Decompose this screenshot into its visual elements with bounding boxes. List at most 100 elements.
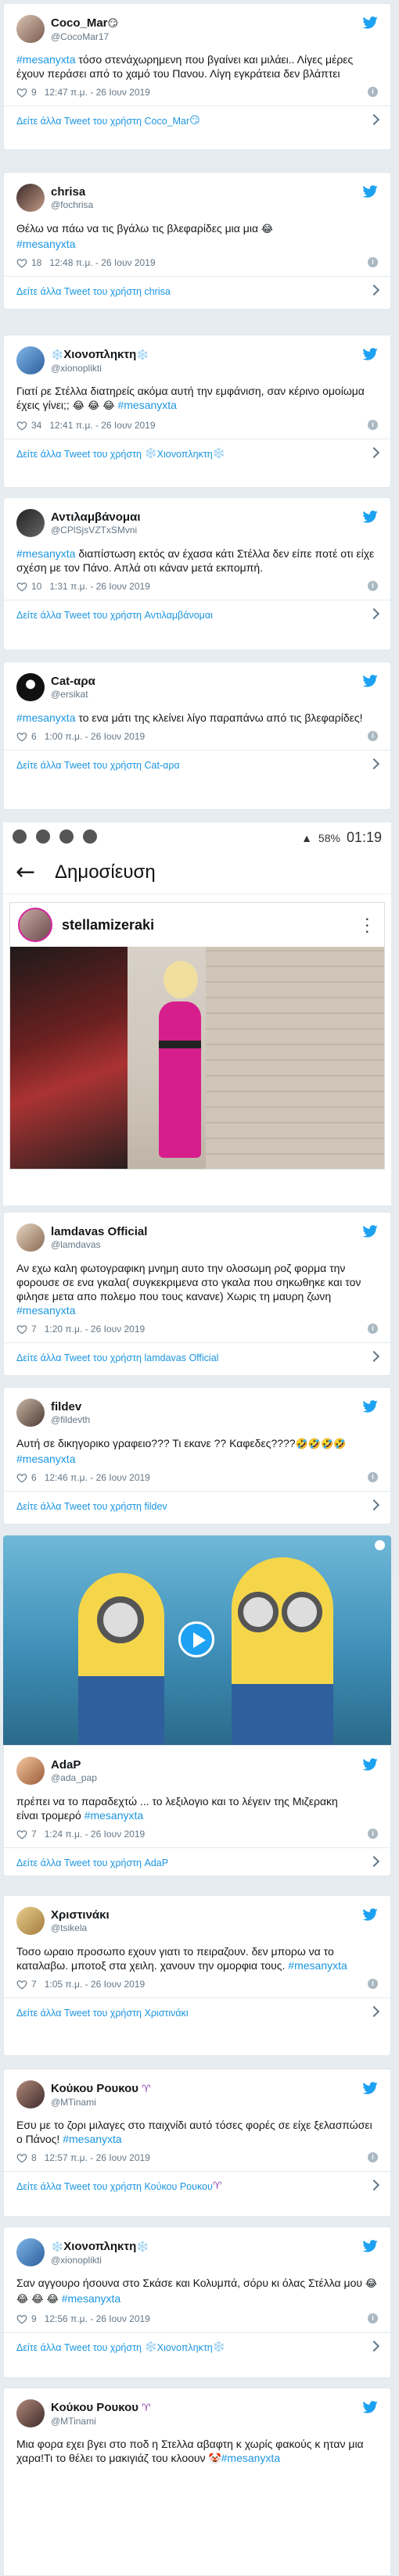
twitter-bird-icon[interactable] (362, 1908, 378, 1921)
heart-icon[interactable] (16, 88, 27, 98)
user-name[interactable]: Χριστινάκι (51, 1908, 110, 1922)
more-tweets-link[interactable]: Δείτε άλλα Tweet του χρήστη Χριστινάκι (4, 1997, 390, 2027)
twitter-bird-icon[interactable] (362, 1400, 378, 1413)
more-tweets-link[interactable]: Δείτε άλλα Tweet του χρήστη ❄️ Χιονοπληκτ… (4, 2332, 390, 2362)
user-handle[interactable]: @lamdavas (51, 1239, 147, 1251)
hashtag[interactable]: #mesanyxta (63, 2133, 121, 2145)
user-handle[interactable]: @CPlSjsVZTxSMvni (51, 525, 141, 536)
twitter-bird-icon[interactable] (362, 511, 378, 523)
avatar[interactable] (18, 908, 52, 942)
info-icon[interactable]: i (368, 1979, 378, 1989)
tweet-timestamp[interactable]: 12:57 π.μ. - 26 Ιουν 2019 (45, 2152, 150, 2163)
more-tweets-link[interactable]: Δείτε άλλα Tweet του χρήστη lamdavas Off… (4, 1342, 390, 1372)
info-icon[interactable]: i (368, 2152, 378, 2162)
avatar[interactable] (16, 346, 45, 374)
user-name[interactable]: Αντιλαμβάνομαι (51, 511, 141, 525)
user-handle[interactable]: @xionoplikti (51, 2255, 149, 2266)
tweet-timestamp[interactable]: 1:20 π.μ. - 26 Ιουν 2019 (45, 1324, 146, 1335)
hashtag[interactable]: #mesanyxta (16, 53, 75, 66)
twitter-bird-icon[interactable] (362, 16, 378, 29)
tweet-timestamp[interactable]: 1:05 π.μ. - 26 Ιουν 2019 (45, 1979, 146, 1990)
more-tweets-link[interactable]: Δείτε άλλα Tweet του χρήστη Coco_Mar 😏 (4, 106, 390, 135)
twitter-bird-icon[interactable] (362, 675, 378, 687)
user-handle[interactable]: @CocoMar17 (51, 31, 118, 43)
heart-icon[interactable] (16, 1324, 27, 1335)
info-icon[interactable]: i (368, 731, 378, 741)
user-handle[interactable]: @fildevth (51, 1414, 90, 1426)
avatar[interactable] (16, 1224, 45, 1252)
info-icon[interactable]: i (368, 1324, 378, 1334)
hashtag[interactable]: #mesanyxta (16, 547, 75, 560)
user-handle[interactable]: @fochrisa (51, 199, 93, 211)
tweet-timestamp[interactable]: 12:41 π.μ. - 26 Ιουν 2019 (49, 420, 155, 431)
heart-icon[interactable] (16, 1473, 27, 1483)
user-name[interactable]: Κούκου Ρουκου ♈ (51, 2082, 151, 2097)
user-handle[interactable]: @MTinami (51, 2097, 151, 2108)
user-handle[interactable]: @ada_pap (51, 1772, 97, 1784)
twitter-bird-icon[interactable] (362, 2240, 378, 2252)
user-name[interactable]: ❄️Χιονοπληκτη❄️ (51, 2240, 149, 2255)
heart-icon[interactable] (16, 258, 27, 268)
info-icon[interactable]: i (368, 581, 378, 591)
hashtag[interactable]: #mesanyxta (62, 2292, 120, 2305)
user-name[interactable]: fildev (51, 1400, 90, 1414)
avatar[interactable] (16, 2080, 45, 2108)
heart-icon[interactable] (16, 2314, 27, 2324)
user-handle[interactable]: @MTinami (51, 2416, 151, 2427)
hashtag[interactable]: #mesanyxta (221, 2452, 280, 2464)
more-tweets-link[interactable]: Δείτε άλλα Tweet του χρήστη fildev (4, 1491, 390, 1521)
user-name[interactable]: Κούκου Ρουκου ♈ (51, 2401, 151, 2416)
user-handle[interactable]: @tsikela (51, 1922, 110, 1934)
tweet-timestamp[interactable]: 12:48 π.μ. - 26 Ιουν 2019 (49, 257, 155, 268)
user-name[interactable]: ❄️Χιονοπληκτη❄️ (51, 348, 149, 363)
heart-icon[interactable] (16, 1829, 27, 1840)
heart-icon[interactable] (16, 421, 27, 431)
info-icon[interactable]: i (368, 420, 378, 430)
avatar[interactable] (16, 509, 45, 537)
info-icon[interactable]: i (368, 2313, 378, 2323)
twitter-bird-icon[interactable] (362, 185, 378, 198)
heart-icon[interactable] (16, 732, 27, 742)
user-name[interactable]: Coco_Mar😏 (51, 16, 118, 31)
info-icon[interactable]: i (368, 1829, 378, 1839)
tweet-timestamp[interactable]: 12:46 π.μ. - 26 Ιουν 2019 (45, 1472, 150, 1483)
avatar[interactable] (16, 2399, 45, 2427)
instagram-username[interactable]: stellamizeraki (62, 917, 154, 933)
play-button-icon[interactable] (178, 1621, 214, 1657)
avatar[interactable] (16, 1399, 45, 1427)
tweet-timestamp[interactable]: 1:31 π.μ. - 26 Ιουν 2019 (49, 581, 150, 592)
info-icon[interactable] (375, 1540, 385, 1550)
more-tweets-link[interactable]: Δείτε άλλα Tweet του χρήστη chrisa (4, 276, 390, 306)
info-icon[interactable]: i (368, 87, 378, 97)
twitter-bird-icon[interactable] (362, 2401, 378, 2413)
avatar[interactable] (16, 15, 45, 43)
user-handle[interactable]: @ersikat (51, 689, 95, 700)
more-tweets-link[interactable]: Δείτε άλλα Tweet του χρήστη ❄️ Χιονοπληκτ… (4, 439, 390, 468)
tweet-timestamp[interactable]: 12:56 π.μ. - 26 Ιουν 2019 (45, 2313, 150, 2324)
twitter-bird-icon[interactable] (362, 1225, 378, 1238)
hashtag[interactable]: #mesanyxta (117, 399, 176, 411)
tweet-timestamp[interactable]: 1:00 π.μ. - 26 Ιουν 2019 (45, 731, 146, 742)
heart-icon[interactable] (16, 582, 27, 592)
user-name[interactable]: lamdavas Official (51, 1225, 147, 1239)
post-photo[interactable] (10, 947, 384, 1169)
user-name[interactable]: chrisa (51, 185, 93, 199)
video-thumbnail[interactable] (3, 1535, 391, 1745)
info-icon[interactable]: i (368, 257, 378, 267)
user-handle[interactable]: @xionoplikti (51, 363, 149, 374)
user-name[interactable]: Cat-αρα (51, 675, 95, 689)
heart-icon[interactable] (16, 1979, 27, 1990)
hashtag[interactable]: #mesanyxta (16, 238, 75, 250)
info-icon[interactable]: i (368, 1472, 378, 1482)
hashtag[interactable]: #mesanyxta (288, 1959, 347, 1972)
hashtag[interactable]: #mesanyxta (84, 1809, 143, 1822)
avatar[interactable] (16, 673, 45, 701)
hashtag[interactable]: #mesanyxta (16, 1453, 75, 1465)
twitter-bird-icon[interactable] (362, 348, 378, 360)
avatar[interactable] (16, 2238, 45, 2266)
twitter-bird-icon[interactable] (362, 2082, 378, 2094)
back-arrow-icon[interactable]: ← (16, 858, 55, 886)
tweet-timestamp[interactable]: 12:47 π.μ. - 26 Ιουν 2019 (45, 87, 150, 98)
user-name[interactable]: AdaP (51, 1758, 97, 1772)
more-options-icon[interactable]: · · · (365, 910, 370, 940)
